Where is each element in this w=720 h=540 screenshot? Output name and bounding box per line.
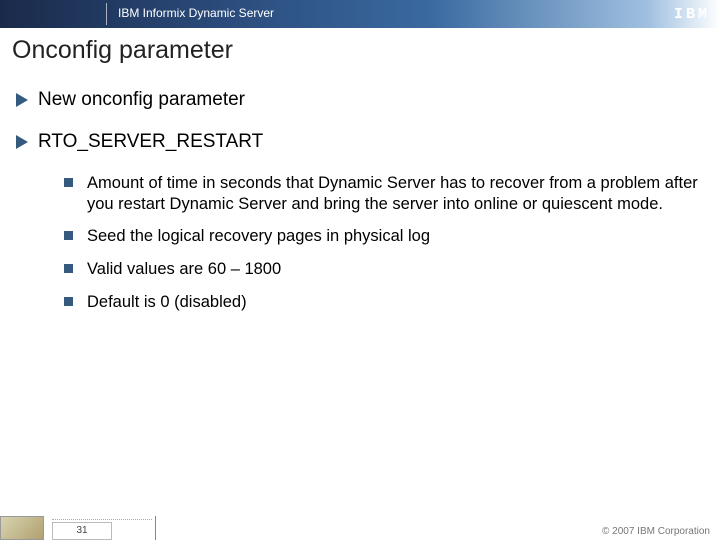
bullet-text: Amount of time in seconds that Dynamic S… xyxy=(87,173,700,214)
slide-title: Onconfig parameter xyxy=(12,36,720,65)
square-icon xyxy=(64,178,73,187)
footer-rule xyxy=(52,519,152,520)
bullet-level1: RTO_SERVER_RESTART xyxy=(0,131,720,153)
bullet-level2: Default is 0 (disabled) xyxy=(0,292,700,313)
bullet-text: Valid values are 60 – 1800 xyxy=(87,259,281,280)
header-divider xyxy=(106,3,107,25)
bullet-level2: Valid values are 60 – 1800 xyxy=(0,259,700,280)
footer-swatch-icon xyxy=(0,516,44,540)
slide-content: New onconfig parameter RTO_SERVER_RESTAR… xyxy=(0,89,720,312)
bullet-text: New onconfig parameter xyxy=(38,89,245,111)
bullet-text: RTO_SERVER_RESTART xyxy=(38,131,263,153)
bullet-level1: New onconfig parameter xyxy=(0,89,720,111)
square-icon xyxy=(64,264,73,273)
slide-header: IBM Informix Dynamic Server IBM xyxy=(0,0,720,28)
product-name: IBM Informix Dynamic Server xyxy=(118,6,274,20)
square-icon xyxy=(64,297,73,306)
square-icon xyxy=(64,231,73,240)
bullet-level2: Seed the logical recovery pages in physi… xyxy=(0,226,700,247)
slide-footer: 31 © 2007 IBM Corporation xyxy=(0,518,720,540)
arrow-icon xyxy=(16,93,28,107)
bullet-text: Default is 0 (disabled) xyxy=(87,292,247,313)
page-number: 31 xyxy=(52,522,112,540)
bullet-text: Seed the logical recovery pages in physi… xyxy=(87,226,430,247)
bullet-level2: Amount of time in seconds that Dynamic S… xyxy=(0,173,700,214)
ibm-logo: IBM xyxy=(674,6,710,23)
arrow-icon xyxy=(16,135,28,149)
copyright: © 2007 IBM Corporation xyxy=(602,526,710,537)
footer-divider xyxy=(155,516,156,540)
